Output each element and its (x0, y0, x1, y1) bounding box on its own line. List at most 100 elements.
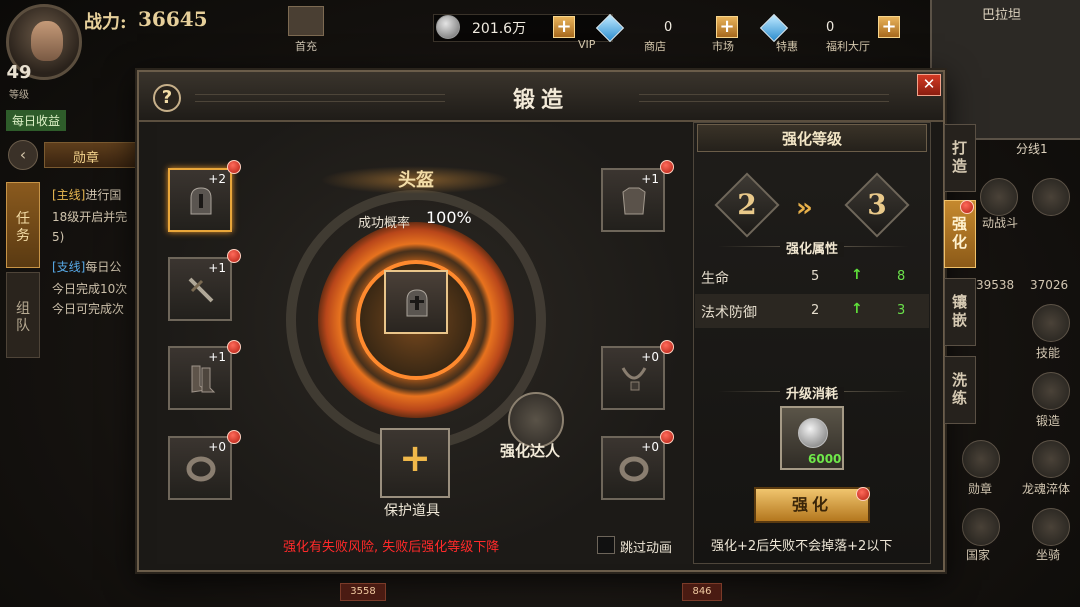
red-dot-icon (227, 340, 241, 354)
quest-line[interactable]: [支线]每日公 (52, 258, 121, 275)
quest-line[interactable]: 今日完成10次 (52, 280, 127, 297)
quest-line[interactable]: [主线]进行国 (52, 186, 121, 203)
attr-name: 法术防御 (701, 305, 757, 321)
add-diamond-button[interactable]: + (716, 16, 738, 38)
quest-line[interactable]: 18级开启并完 (52, 208, 127, 225)
player-level: 49 (6, 62, 32, 83)
power-value: 36645 (138, 7, 208, 31)
level-to: 3 (867, 188, 887, 221)
equip-slot-armor[interactable]: +1 (601, 168, 665, 232)
attr-new-value: 3 (897, 303, 906, 318)
attr-row: 生命 5 ↑ 8 (695, 260, 929, 294)
bottom-value-chip: 846 (682, 583, 722, 601)
enhance-button[interactable]: 强化 (754, 487, 870, 523)
add-coin-button[interactable]: + (553, 16, 575, 38)
enhance-note: 强化+2后失败不会掉落+2以下 (711, 539, 893, 554)
level-label: 等级 (9, 90, 29, 101)
map-line[interactable]: 分线1 (1016, 140, 1048, 157)
red-dot-icon (660, 340, 674, 354)
red-dot-icon (960, 200, 974, 214)
skip-animation-checkbox[interactable] (597, 536, 615, 554)
attr-name: 生命 (701, 271, 729, 287)
red-dot-icon (227, 160, 241, 174)
equip-slot-boots[interactable]: +1 (168, 346, 232, 410)
enhance-level: +1 (208, 261, 226, 275)
collapse-arrow-icon[interactable]: ‹ (8, 140, 38, 170)
silver-coin-icon (798, 418, 828, 448)
armor-icon (622, 187, 646, 215)
enhance-level: +0 (641, 350, 659, 364)
enhance-master-label[interactable]: 强化达人 (500, 440, 560, 461)
red-dot-icon (227, 249, 241, 263)
power-label: 战力: (84, 12, 127, 33)
equip-slot-weapon[interactable]: +1 (168, 257, 232, 321)
close-button[interactable]: ✕ (917, 74, 941, 96)
skip-animation-label[interactable]: 跳过动画 (620, 537, 672, 556)
dialog-title: 锻造 (512, 87, 569, 113)
enhance-level: +0 (208, 440, 226, 454)
protect-item-slot[interactable]: + (380, 428, 450, 498)
diamond-value: 0 (664, 20, 673, 35)
dialog-header: 锻造 ? ✕ (139, 72, 943, 122)
stat-label: 37026 (1030, 278, 1069, 292)
necklace-icon (621, 367, 647, 391)
success-rate-label: 成功概率 (358, 216, 411, 231)
attr-section-title: 强化属性 (693, 238, 931, 257)
attr-old-value: 2 (811, 303, 820, 318)
skill-icon[interactable] (1032, 304, 1070, 342)
panel-title: 强化等级 (781, 130, 842, 148)
up-arrow-icon: ↑ (851, 301, 863, 317)
bottom-value-chip: 3558 (340, 583, 386, 601)
silver-coin-value: 201.6万 (472, 21, 527, 37)
ring-icon (186, 456, 216, 482)
auto-battle-icon[interactable] (980, 178, 1018, 216)
nation-icon[interactable] (962, 508, 1000, 546)
market-label[interactable]: 市场 (712, 38, 734, 54)
welfare-hall-label[interactable]: 福利大厅 (826, 38, 870, 54)
medal-tab[interactable]: 勋章 (44, 142, 136, 168)
skill-label: 技能 (1036, 346, 1061, 360)
mount-label: 坐骑 (1036, 548, 1061, 562)
forge-icon[interactable] (1032, 372, 1070, 410)
quest-line[interactable]: 5) (52, 230, 64, 244)
first-recharge-label: 首充 (295, 40, 317, 53)
vip-label[interactable]: VIP (578, 38, 595, 51)
forge-label: 锻造 (1036, 414, 1061, 428)
shop-label[interactable]: 商店 (644, 38, 666, 54)
tab-refine[interactable]: 洗练 (944, 356, 976, 424)
item-name: 头盔 (398, 170, 434, 191)
equip-slot-ring[interactable]: +0 (168, 436, 232, 500)
team-tab[interactable]: 组队 (6, 272, 40, 358)
help-button[interactable]: ? (153, 84, 181, 112)
equip-slot-necklace[interactable]: +0 (601, 346, 665, 410)
equip-slot-helmet[interactable]: +2 (168, 168, 232, 232)
stat-label: 39538 (976, 278, 1015, 292)
cost-item-slot: 6000 (780, 406, 844, 470)
shield-icon[interactable] (1032, 178, 1070, 216)
tab-craft[interactable]: 打造 (944, 124, 976, 192)
target-item-slot[interactable] (384, 270, 448, 334)
plus-icon: + (399, 436, 431, 480)
medal-label: 勋章 (968, 482, 993, 496)
double-arrow-icon: » (796, 193, 813, 223)
red-dot-icon (856, 487, 870, 501)
cost-section-title: 升级消耗 (693, 383, 931, 402)
mount-icon[interactable] (1032, 508, 1070, 546)
equip-slot-ring2[interactable]: +0 (601, 436, 665, 500)
add-bound-diamond-button[interactable]: + (878, 16, 900, 38)
task-tab[interactable]: 任务 (6, 182, 40, 268)
dragon-soul-icon[interactable] (1032, 440, 1070, 478)
quest-line[interactable]: 今日可完成次 (52, 300, 124, 317)
map-name: 巴拉坦 (982, 8, 1022, 23)
red-dot-icon (660, 160, 674, 174)
level-from: 2 (737, 188, 757, 221)
tab-inlay[interactable]: 镶嵌 (944, 278, 976, 346)
protect-item-label: 保护道具 (384, 503, 440, 519)
game-screen: 49 等级 战力: 36645 首充 201.6万 + VIP 0 商店 + 市… (0, 0, 1080, 607)
medal-icon[interactable] (962, 440, 1000, 478)
enhance-level: +0 (641, 440, 659, 454)
special-offer-label[interactable]: 特惠 (776, 38, 798, 54)
helmet-icon (190, 187, 212, 215)
gift-icon[interactable] (288, 6, 324, 36)
daily-income-badge[interactable]: 每日收益 (6, 110, 67, 131)
